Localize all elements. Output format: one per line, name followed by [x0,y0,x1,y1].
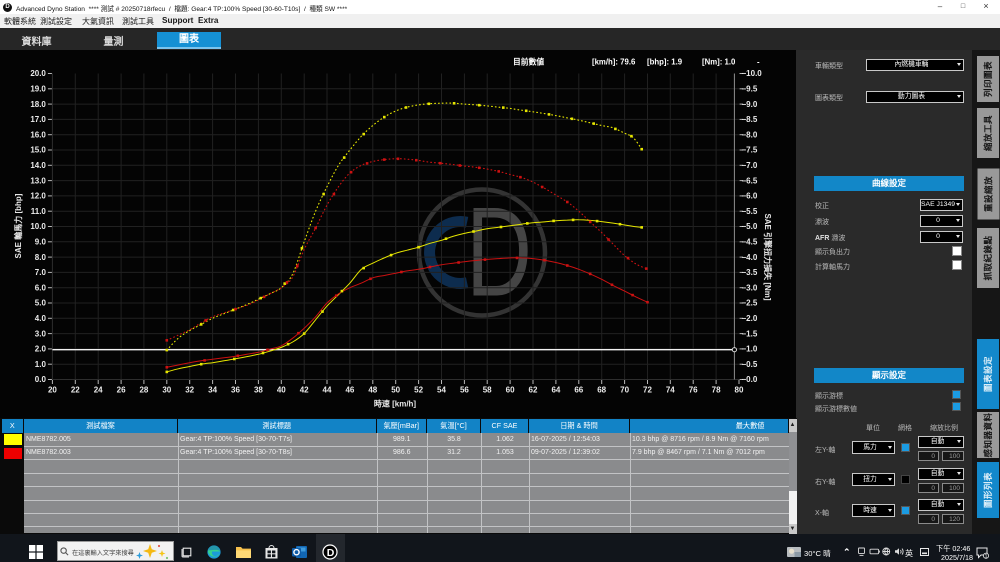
svg-text:70: 70 [620,386,629,395]
svg-text:80: 80 [735,386,744,395]
svg-text:18.0: 18.0 [30,100,46,109]
svg-text:SAE 輪馬力 [bhp]: SAE 輪馬力 [bhp] [13,193,23,258]
svg-text:40: 40 [277,386,286,395]
svg-text:14.0: 14.0 [30,161,46,170]
svg-text:11.0: 11.0 [31,207,47,216]
svg-text:[bhp]: 1.9: [bhp]: 1.9 [647,58,683,67]
svg-text:38: 38 [254,386,263,395]
svg-text:10.0: 10.0 [30,222,46,231]
svg-text:−5.0: −5.0 [742,222,758,231]
svg-text:15.0: 15.0 [30,146,46,155]
svg-text:2.0: 2.0 [35,345,47,354]
svg-text:8.0: 8.0 [35,253,47,262]
svg-text:78: 78 [712,386,721,395]
svg-text:−7.5: −7.5 [742,146,758,155]
svg-text:20: 20 [48,386,57,395]
svg-text:−1.5: −1.5 [742,329,758,338]
svg-text:30: 30 [162,386,171,395]
svg-text:60: 60 [506,386,515,395]
svg-text:22: 22 [71,386,80,395]
svg-text:−4.0: −4.0 [742,253,758,262]
svg-text:−0.0: −0.0 [742,375,758,384]
svg-text:68: 68 [597,386,606,395]
svg-text:−8.0: −8.0 [742,130,758,139]
svg-text:−1.0: −1.0 [742,345,758,354]
svg-text:28: 28 [139,386,148,395]
svg-text:26: 26 [117,386,126,395]
svg-text:9.0: 9.0 [35,238,47,247]
svg-text:13.0: 13.0 [30,176,46,185]
svg-text:1: 1 [984,554,987,559]
svg-text:48: 48 [368,386,377,395]
svg-text:SAE 引擎扭力損失 [Nm]: SAE 引擎扭力損失 [Nm] [763,213,773,300]
svg-text:44: 44 [323,386,332,395]
svg-text:−0.5: −0.5 [742,360,758,369]
svg-text:74: 74 [666,386,675,395]
svg-text:5.0: 5.0 [35,299,47,308]
svg-text:-: - [757,58,760,67]
svg-text:32: 32 [185,386,194,395]
svg-text:時速 [km/h]: 時速 [km/h] [374,399,417,409]
svg-text:76: 76 [689,386,698,395]
svg-text:6.0: 6.0 [35,283,47,292]
svg-text:54: 54 [437,386,446,395]
svg-text:42: 42 [300,386,309,395]
svg-text:−5.5: −5.5 [742,207,758,216]
svg-text:−6.0: −6.0 [742,192,758,201]
svg-text:−4.5: −4.5 [742,238,758,247]
svg-text:50: 50 [391,386,400,395]
svg-text:−3.5: −3.5 [742,268,758,277]
svg-text:−3.0: −3.0 [742,283,758,292]
svg-text:−9.5: −9.5 [742,85,758,94]
svg-text:4.0: 4.0 [35,314,47,323]
svg-text:24: 24 [94,386,103,395]
svg-text:58: 58 [483,386,492,395]
svg-text:−7.0: −7.0 [742,161,758,170]
svg-text:36: 36 [231,386,240,395]
svg-text:−9.0: −9.0 [742,100,758,109]
svg-text:34: 34 [208,386,217,395]
svg-text:62: 62 [529,386,538,395]
svg-text:D: D [466,182,532,323]
svg-text:72: 72 [643,386,652,395]
svg-text:56: 56 [460,386,469,395]
svg-text:46: 46 [345,386,354,395]
svg-text:66: 66 [574,386,583,395]
svg-text:52: 52 [414,386,423,395]
svg-text:3.0: 3.0 [35,329,47,338]
svg-text:19.0: 19.0 [30,85,46,94]
svg-text:16.0: 16.0 [30,130,46,139]
svg-text:[Nm]: 1.0: [Nm]: 1.0 [702,58,736,67]
svg-text:−8.5: −8.5 [742,115,758,124]
svg-text:−2.5: −2.5 [742,299,758,308]
svg-text:17.0: 17.0 [30,115,46,124]
svg-text:20.0: 20.0 [30,69,46,78]
svg-text:目前數値: 目前數値 [513,57,544,67]
svg-text:−2.0: −2.0 [742,314,758,323]
svg-text:[km/h]: 79.6: [km/h]: 79.6 [592,58,636,67]
svg-text:12.0: 12.0 [30,192,46,201]
svg-text:64: 64 [551,386,560,395]
svg-text:0.0: 0.0 [35,375,47,384]
svg-text:1.0: 1.0 [35,360,47,369]
svg-text:−6.5: −6.5 [742,176,758,185]
svg-text:7.0: 7.0 [35,268,47,277]
svg-text:−10.0: −10.0 [742,69,763,78]
svg-text:D: D [327,547,335,559]
